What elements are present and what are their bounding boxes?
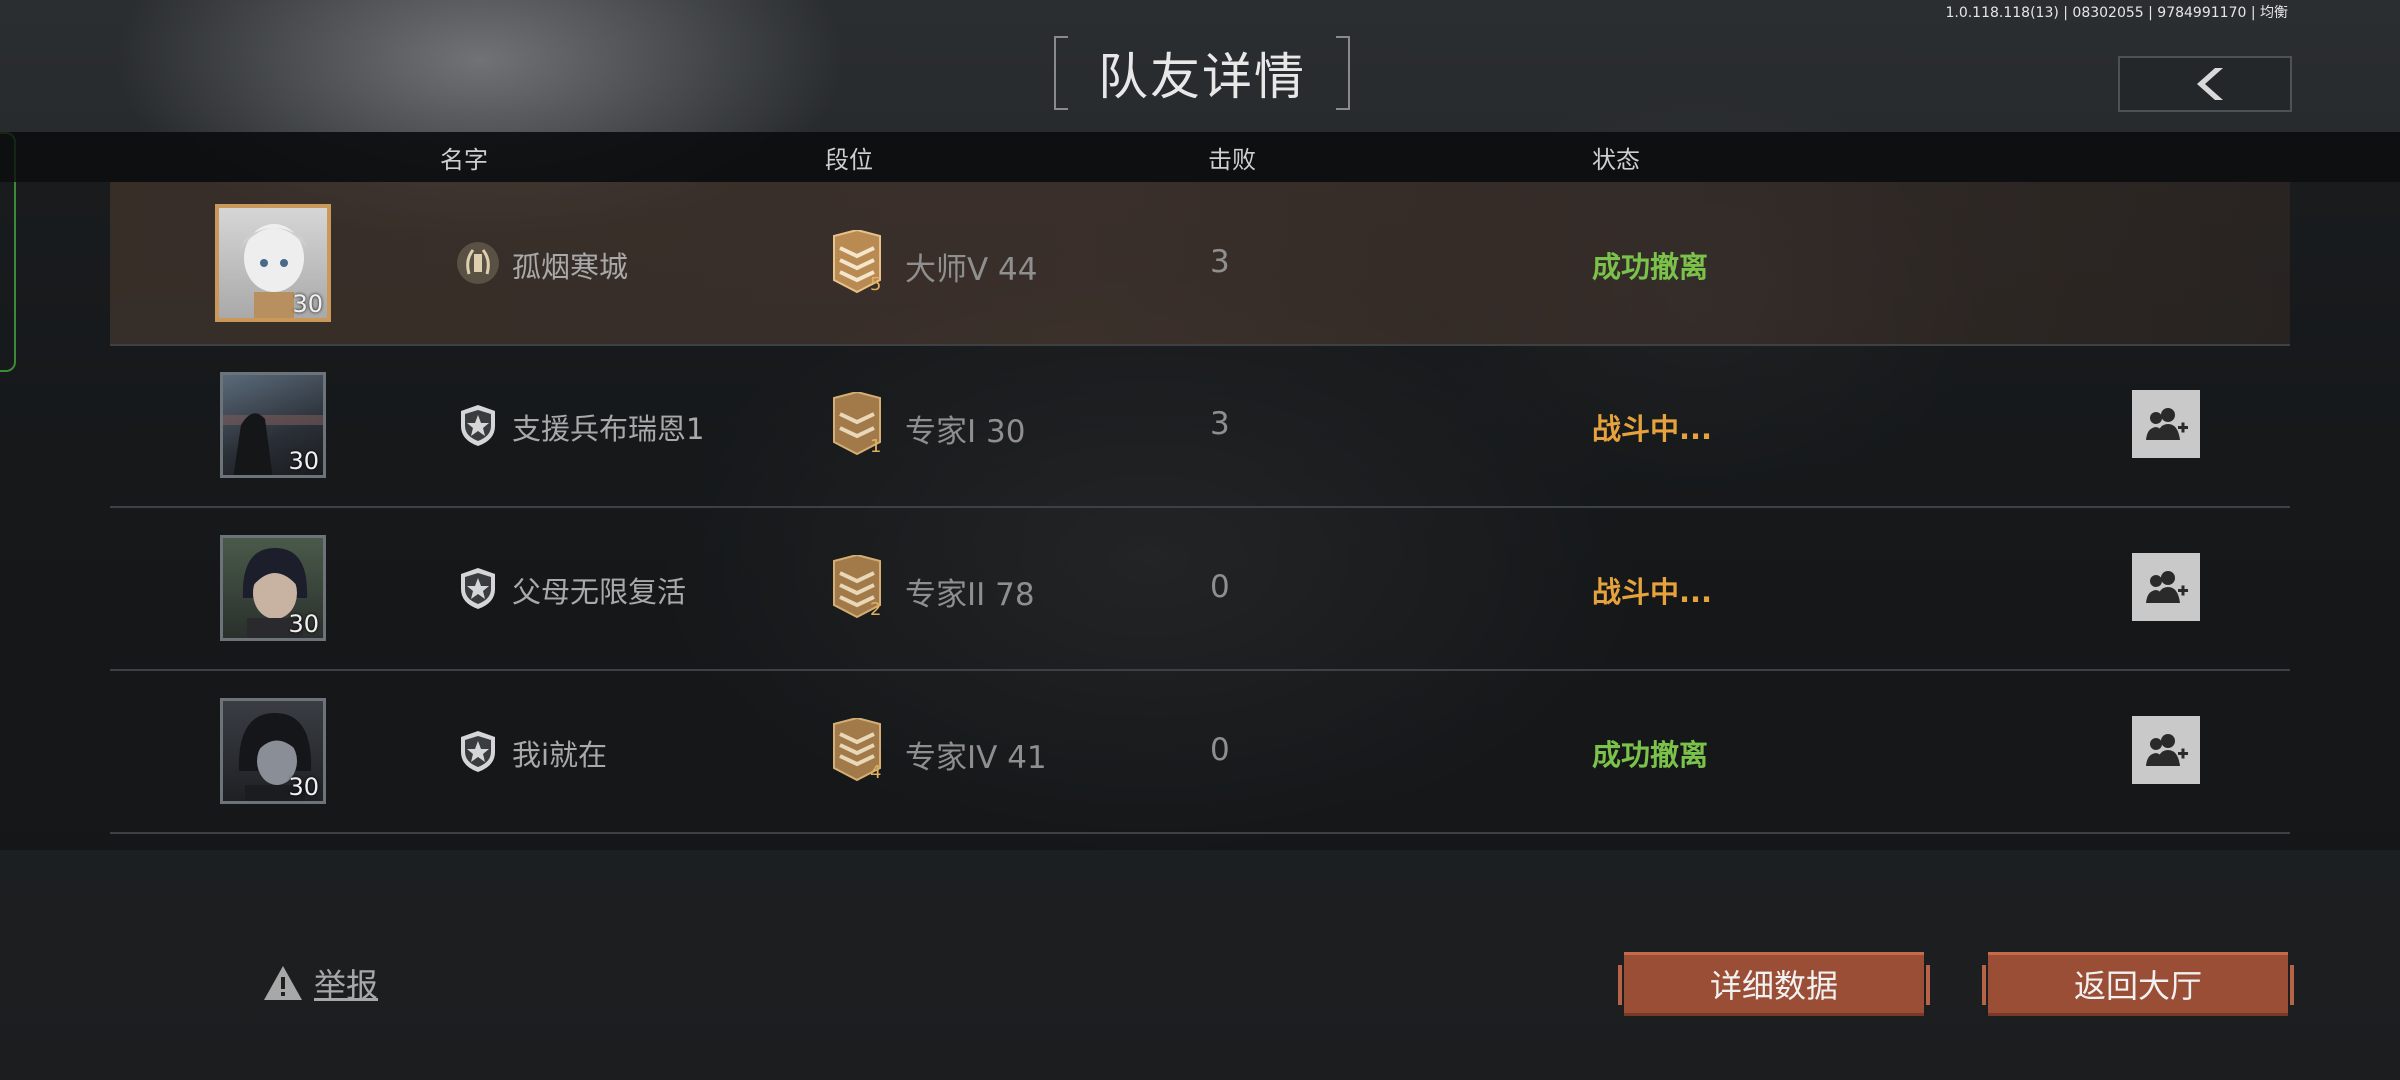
player-name: 我i就在	[512, 738, 608, 772]
status-text: 成功撤离	[1592, 738, 1709, 772]
avatar[interactable]: 30	[220, 535, 326, 641]
back-button[interactable]	[2118, 56, 2292, 112]
add-friend-button[interactable]	[2132, 716, 2200, 784]
header-rank: 段位	[825, 146, 873, 174]
rank-badge-number: 1	[870, 436, 881, 456]
rank-label: 专家II 78	[905, 577, 1035, 613]
level-badge: 30	[292, 290, 323, 318]
header-status: 状态	[1592, 146, 1640, 174]
kills-count: 0	[1210, 569, 1230, 605]
laurel-emblem-icon	[457, 242, 499, 284]
rank-chevron-icon: 2	[833, 555, 881, 619]
frame-corner	[1056, 36, 1068, 38]
level-badge: 30	[288, 610, 319, 638]
frame-corner	[1336, 108, 1348, 110]
table-row: 30 支援兵布瑞恩1 1 专家I 30 3 战斗中...	[110, 344, 2290, 508]
rank-label: 大师V 44	[905, 252, 1038, 288]
kills-count: 3	[1210, 406, 1230, 442]
page-title: 队友详情	[1098, 48, 1306, 106]
warning-icon	[264, 966, 302, 1000]
status-text: 成功撤离	[1592, 250, 1709, 284]
table-row: 30 我i就在 4 专家IV 41 0 成功撤离	[110, 670, 2290, 834]
chevron-left-icon	[2197, 68, 2223, 100]
avatar[interactable]: 30	[215, 204, 331, 322]
player-name: 父母无限复活	[512, 575, 687, 609]
return-lobby-button[interactable]: 返回大厅	[1982, 952, 2294, 1016]
rank-chevron-icon: 5	[833, 230, 881, 294]
rank-label: 专家IV 41	[905, 740, 1047, 776]
status-text: 战斗中...	[1592, 575, 1713, 609]
frame-corner	[1056, 108, 1068, 110]
status-text: 战斗中...	[1592, 412, 1713, 446]
header-kills: 击败	[1208, 146, 1256, 174]
rank-badge-number: 4	[870, 762, 881, 782]
add-friend-button[interactable]	[2132, 553, 2200, 621]
version-text: 1.0.118.118(13) | 08302055 | 9784991170 …	[1945, 5, 2288, 21]
header-name: 名字	[440, 146, 488, 174]
add-friend-icon	[2146, 734, 2188, 766]
kills-count: 0	[1210, 732, 1230, 768]
star-shield-icon	[461, 568, 495, 609]
frame-corner	[1336, 36, 1348, 38]
rank-label: 专家I 30	[905, 414, 1026, 450]
table-row: 30 父母无限复活 2 专家II 78 0 战斗中...	[110, 507, 2290, 671]
rank-badge-number: 5	[870, 274, 881, 294]
report-label: 举报	[314, 966, 379, 1004]
details-button[interactable]: 详细数据	[1618, 952, 1930, 1016]
rank-chevron-icon: 4	[833, 718, 881, 782]
table-row: 30 孤烟寒城 5 大师V 44 3 成功撤离	[110, 182, 2290, 346]
rank-chevron-icon: 1	[833, 392, 881, 456]
rank-badge-number: 2	[870, 599, 881, 619]
player-name: 支援兵布瑞恩1	[512, 412, 705, 446]
player-name: 孤烟寒城	[512, 250, 629, 284]
add-friend-icon	[2146, 408, 2188, 440]
add-friend-button[interactable]	[2132, 390, 2200, 458]
add-friend-icon	[2146, 571, 2188, 603]
level-badge: 30	[288, 773, 319, 801]
report-link[interactable]: 举报	[262, 960, 378, 1006]
avatar[interactable]: 30	[220, 372, 326, 478]
title-frame: 队友详情	[1054, 36, 1350, 110]
level-badge: 30	[288, 447, 319, 475]
star-shield-icon	[461, 405, 495, 446]
star-shield-icon	[461, 731, 495, 772]
kills-count: 3	[1210, 244, 1230, 280]
table-header	[0, 132, 2400, 182]
avatar[interactable]: 30	[220, 698, 326, 804]
